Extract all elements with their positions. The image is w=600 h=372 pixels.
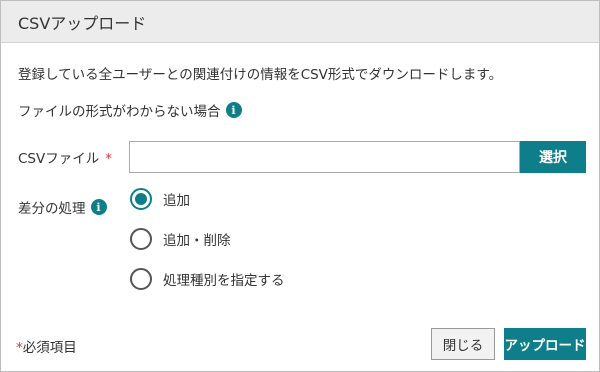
required-note: *必須項目 — [16, 336, 77, 356]
radio-label-add: 追加 — [163, 193, 190, 209]
radio-option-specify-type[interactable]: 処理種別を指定する — [130, 268, 285, 290]
dialog-title: CSVアップロード — [18, 13, 147, 33]
csv-file-input[interactable] — [129, 141, 520, 173]
format-help-row: ファイルの形式がわからない場合 i — [18, 100, 242, 120]
dialog-description: 登録している全ユーザーとの関連付けの情報をCSV形式でダウンロードします。 — [18, 67, 503, 83]
close-button[interactable]: 閉じる — [431, 328, 495, 360]
format-help-text: ファイルの形式がわからない場合 — [18, 104, 221, 120]
radio-button-add[interactable] — [130, 188, 152, 210]
required-asterisk: * — [105, 151, 112, 167]
upload-button[interactable]: アップロード — [504, 328, 586, 360]
radio-option-add-delete[interactable]: 追加・削除 — [130, 228, 285, 250]
select-file-button[interactable]: 選択 — [520, 141, 586, 173]
csv-file-label: CSVファイル * — [18, 147, 129, 167]
diff-processing-label-text: 差分の処理 — [18, 201, 86, 217]
radio-option-add[interactable]: 追加 — [130, 188, 285, 210]
format-info-icon[interactable]: i — [225, 102, 242, 118]
diff-radio-group: 追加 追加・削除 処理種別を指定する — [130, 188, 285, 308]
csv-file-label-text: CSVファイル — [18, 151, 100, 167]
csv-upload-dialog: CSVアップロード 登録している全ユーザーとの関連付けの情報をCSV形式でダウン… — [0, 0, 600, 372]
radio-button-specify-type[interactable] — [130, 268, 152, 290]
dialog-header: CSVアップロード — [1, 1, 599, 43]
diff-info-icon[interactable]: i — [90, 199, 107, 215]
required-note-asterisk: * — [16, 340, 23, 356]
radio-label-specify-type: 処理種別を指定する — [163, 273, 285, 289]
radio-button-add-delete[interactable] — [130, 228, 152, 250]
csv-file-row: CSVファイル * 選択 — [18, 141, 586, 173]
required-note-text: 必須項目 — [22, 340, 77, 356]
radio-label-add-delete: 追加・削除 — [163, 233, 231, 249]
diff-processing-label: 差分の処理 i — [18, 197, 107, 217]
